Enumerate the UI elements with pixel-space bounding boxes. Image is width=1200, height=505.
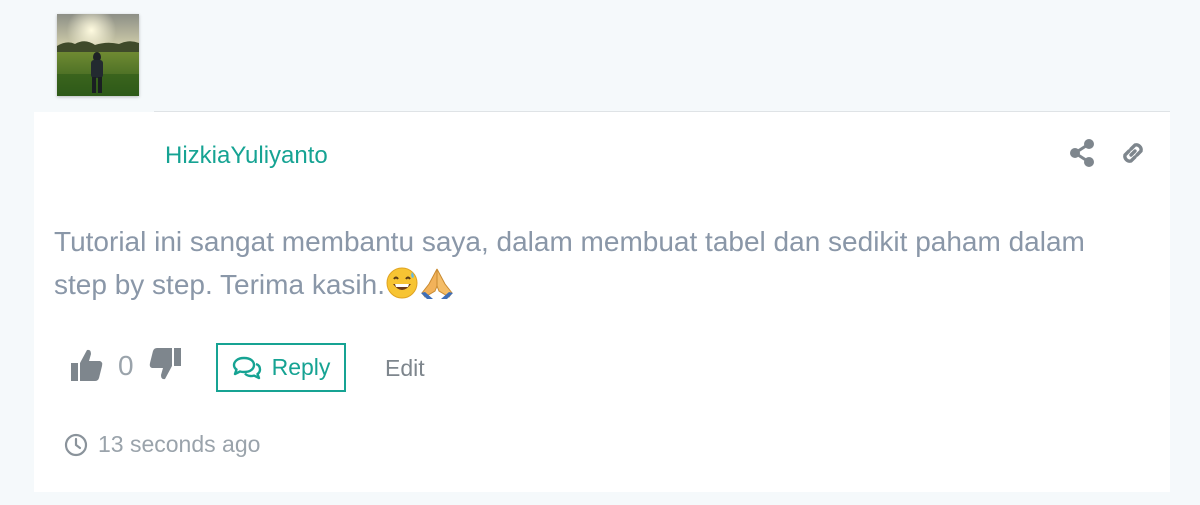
vote-count: 0 — [118, 350, 134, 381]
comment-card: HizkiaYuliyanto Tutorial ini sangat memb… — [34, 112, 1170, 492]
comment-body: Tutorial ini sangat membantu saya, dalam… — [54, 220, 1134, 312]
timestamp: 13 seconds ago — [64, 431, 260, 458]
share-icon[interactable] — [1068, 138, 1096, 168]
reply-label: Reply — [271, 354, 331, 380]
folded-hands-emoji — [419, 266, 455, 312]
thumbs-down-icon[interactable] — [148, 346, 182, 382]
link-icon[interactable] — [1118, 138, 1148, 168]
comment-thread: HizkiaYuliyanto Tutorial ini sangat memb… — [0, 0, 1200, 505]
author-name-link[interactable]: HizkiaYuliyanto — [165, 142, 328, 170]
clock-icon — [64, 433, 88, 456]
edit-link[interactable]: Edit — [385, 355, 425, 382]
comment-text: Tutorial ini sangat membantu saya, dalam… — [54, 226, 1085, 300]
comments-icon — [232, 356, 261, 379]
avatar[interactable] — [57, 14, 139, 96]
avatar-photo — [57, 14, 139, 96]
thumbs-up-icon[interactable] — [70, 347, 104, 383]
grinning-sweat-emoji — [385, 266, 419, 312]
timestamp-label: 13 seconds ago — [98, 431, 261, 457]
reply-button[interactable]: Reply — [216, 343, 346, 392]
